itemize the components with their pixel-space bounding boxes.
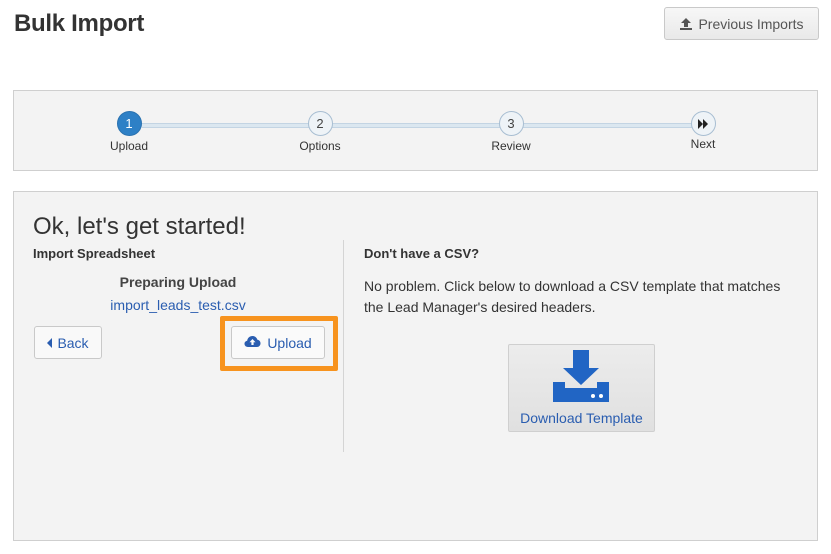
step-label: Options [299,139,341,153]
step-number: 3 [498,111,524,136]
download-icon [551,350,611,410]
column-divider [343,240,344,452]
fast-forward-icon [690,111,716,136]
step-label: Next [690,137,716,151]
step-upload: 1 Upload [89,111,169,153]
page-title: Bulk Import [14,10,145,37]
step-label: Upload [109,139,149,153]
cloud-upload-icon [244,335,261,351]
previous-imports-label: Previous Imports [698,15,804,32]
step-options: 2 Options [280,111,360,153]
import-steps-panel: 1 Upload 2 Options 3 Review Next [13,90,818,171]
back-label: Back [57,334,89,351]
caret-left-icon [47,335,53,351]
step-number: 1 [116,111,142,136]
upload-icon [679,17,693,31]
step-next[interactable]: Next [663,111,743,151]
csv-template-section: Don't have a CSV? No problem. Click belo… [364,246,804,315]
import-main-panel: Ok, let's get started! Import Spreadshee… [13,191,818,541]
upload-label: Upload [267,334,312,351]
file-name-link[interactable]: import_leads_test.csv [33,297,323,313]
download-template-label: Download Template [520,410,643,426]
import-spreadsheet-section: Import Spreadsheet Preparing Upload impo… [33,246,333,313]
upload-button[interactable]: Upload [231,326,325,359]
previous-imports-button[interactable]: Previous Imports [664,7,819,40]
download-template-button[interactable]: Download Template [508,344,655,432]
steps-progress-line [142,123,715,128]
csv-template-description: No problem. Click below to download a CS… [364,278,781,315]
back-button[interactable]: Back [34,326,102,359]
import-spreadsheet-heading: Import Spreadsheet [33,246,156,261]
step-review: 3 Review [471,111,551,153]
step-number: 2 [307,111,333,136]
main-heading: Ok, let's get started! [33,213,246,240]
step-label: Review [491,139,531,153]
csv-template-heading: Don't have a CSV? [364,246,480,261]
upload-status: Preparing Upload [119,274,237,290]
